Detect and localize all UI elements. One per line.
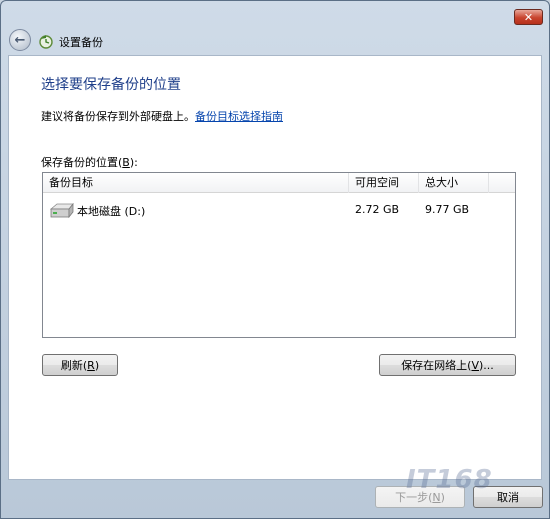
window-title: 设置备份 [59, 36, 103, 49]
table-row[interactable]: 本地磁盘 (D:) 2.72 GB 9.77 GB [43, 199, 515, 221]
back-button[interactable]: ← [9, 29, 31, 51]
backup-location-label: 保存备份的位置(B): [41, 156, 138, 169]
save-on-network-button[interactable]: 保存在网络上(V)... [379, 354, 516, 376]
site-watermark: IT168 [406, 465, 493, 495]
page-title: 选择要保存备份的位置 [41, 77, 181, 93]
row-target: 本地磁盘 (D:) [77, 205, 146, 218]
content-panel: 选择要保存备份的位置 建议将备份保存到外部硬盘上。备份目标选择指南 保存备份的位… [8, 55, 542, 480]
advice-text: 建议将备份保存到外部硬盘上。备份目标选择指南 [41, 108, 283, 124]
close-button[interactable]: ✕ [514, 9, 543, 25]
backup-setup-window: ✕ ← 设置备份 选择要保存备份的位置 建议将备份保存到外部硬盘上。备份目标选择… [0, 0, 550, 519]
title-bar: ✕ [1, 1, 549, 27]
refresh-button[interactable]: 刷新(R) [42, 354, 118, 376]
list-header: 备份目标 可用空间 总大小 [43, 173, 515, 193]
advice-prefix: 建议将备份保存到外部硬盘上。 [41, 110, 195, 123]
navigation-bar: ← 设置备份 [1, 27, 549, 55]
row-free-space: 2.72 GB [355, 203, 400, 216]
row-total-size: 9.77 GB [425, 203, 470, 216]
back-arrow-icon: ← [14, 32, 26, 48]
column-header-target[interactable]: 备份目标 [43, 173, 349, 193]
column-header-free-space[interactable]: 可用空间 [349, 173, 419, 193]
column-header-total-size[interactable]: 总大小 [419, 173, 489, 193]
backup-target-guide-link[interactable]: 备份目标选择指南 [195, 110, 283, 123]
hard-drive-icon [49, 202, 74, 219]
backup-app-icon [39, 35, 53, 49]
backup-target-list[interactable]: 备份目标 可用空间 总大小 本地磁盘 (D:) 2.72 GB 9.77 GB [42, 172, 516, 338]
